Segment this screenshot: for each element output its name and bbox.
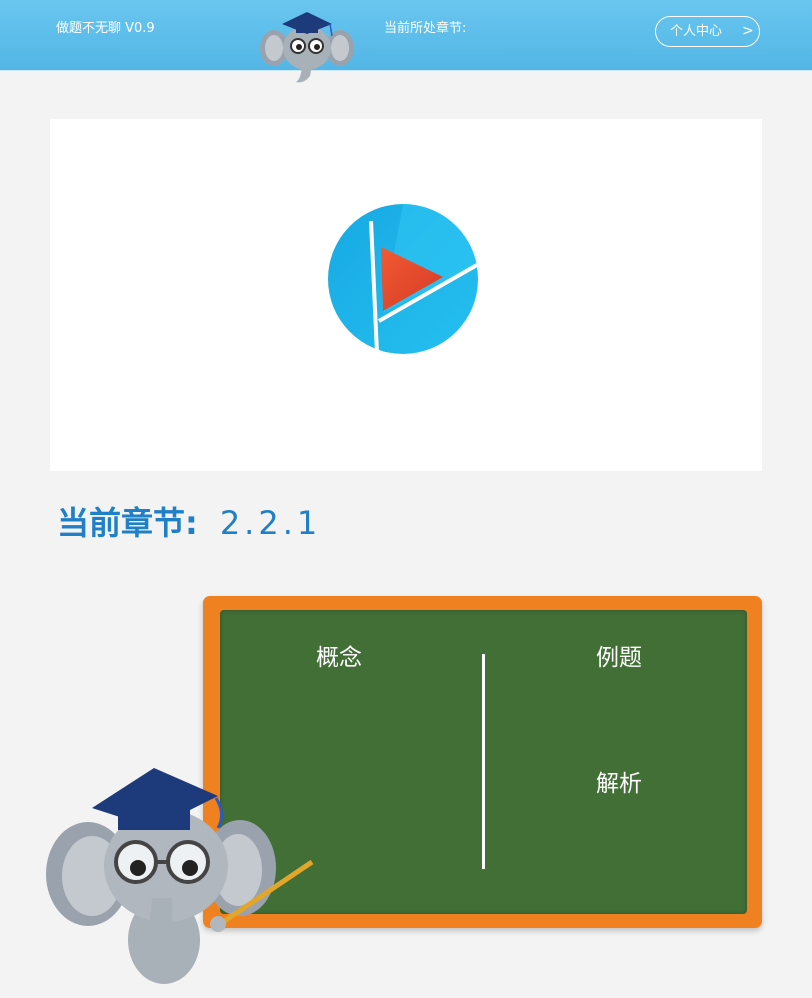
examples-link[interactable]: 例题 (596, 638, 642, 672)
current-chapter-heading: 当前章节: 2.2.1 (57, 498, 321, 544)
elephant-mascot-logo (260, 12, 354, 83)
top-header: 做题不无聊 V0.9 当前所处章节: 个人中心 > (0, 0, 812, 83)
elephant-teacher-illustration (46, 768, 314, 984)
current-section-label: 当前所处章节: (384, 21, 467, 36)
chapter-number: 2.2.1 (219, 504, 322, 542)
board-divider (482, 654, 485, 869)
play-icon[interactable] (327, 203, 480, 356)
concept-link[interactable]: 概念 (316, 638, 362, 672)
analysis-link[interactable]: 解析 (596, 764, 642, 798)
user-center-label: 个人中心 (670, 24, 723, 39)
chapter-heading-label: 当前章节: (57, 504, 198, 542)
user-center-button[interactable]: 个人中心 > (655, 16, 760, 47)
app-title: 做题不无聊 V0.9 (56, 21, 155, 36)
chevron-right-icon: > (742, 23, 754, 39)
